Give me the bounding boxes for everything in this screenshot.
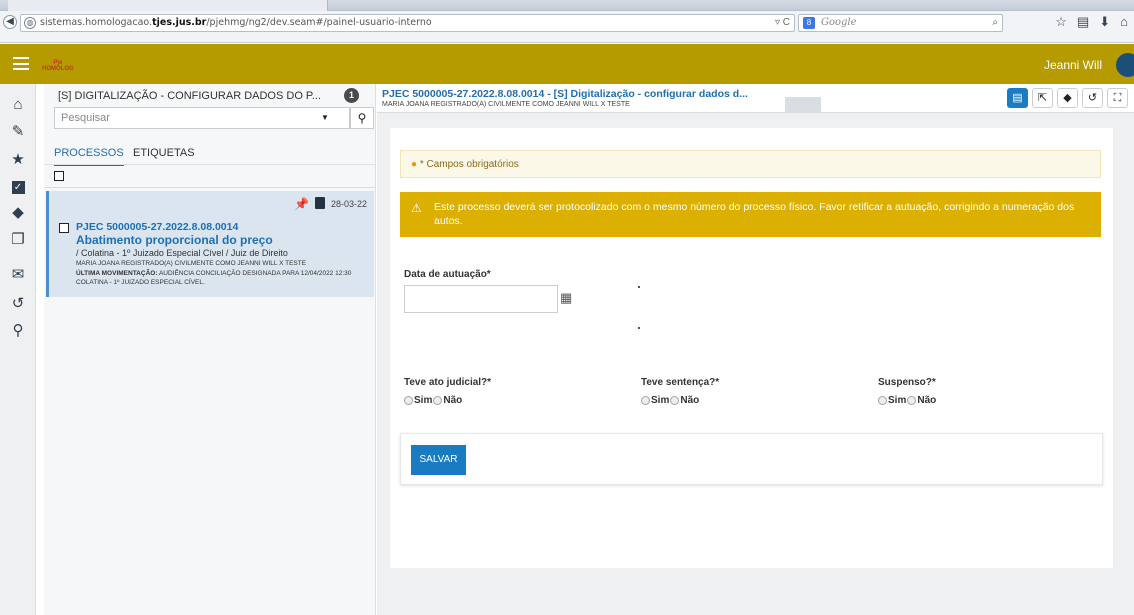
radio-sim-ato[interactable] [404, 396, 413, 405]
tab-divider [44, 164, 376, 165]
save-container: SALVAR [400, 433, 1103, 485]
card-date: 28-03-22 [331, 199, 368, 209]
radio-nao-sentenca[interactable] [670, 396, 680, 405]
search-button[interactable]: ⚲ [350, 107, 374, 129]
envelope-icon[interactable]: ✉ [0, 264, 36, 286]
process-org: / Colatina - 1º Juizado Especial Cível /… [76, 248, 288, 258]
address-bar[interactable]: ◍ sistemas.homologacao.tjes.jus.br/pjehm… [20, 14, 795, 32]
tab-etiquetas[interactable]: ETIQUETAS [133, 147, 195, 159]
reading-list-icon[interactable]: ▤ [1077, 14, 1089, 30]
pin-icon[interactable]: 📌 [294, 197, 309, 211]
form-card: ● * Campos obrigatórios ⚠ Este processo … [390, 128, 1113, 568]
search-icon[interactable]: ⚲ [0, 320, 36, 342]
dot [638, 327, 640, 329]
required-notice: ● * Campos obrigatórios [400, 150, 1101, 178]
browser-icon-bar: ☆ ▤ ⬇ ⌂ [1055, 14, 1128, 30]
collapse-tab[interactable] [785, 97, 821, 113]
last-movement: ÚLTIMA MOVIMENTAÇÃO: AUDIÊNCIA CONCILIAÇ… [76, 270, 352, 286]
main-panel: PJEC 5000005-27.2022.8.08.0014 - [S] Dig… [377, 84, 1134, 615]
count-badge: 1 [344, 88, 359, 103]
left-nav: ⌂ ✎ ★ ✓ ◆ ❐ ✉ ↺ ⚲ [0, 84, 36, 615]
question-ato-label: Teve ato judicial?* [404, 377, 492, 388]
star-icon[interactable]: ★ [0, 149, 36, 171]
document-view-icon[interactable]: ▤ [1007, 88, 1028, 108]
home-browser-icon[interactable]: ⌂ [1120, 14, 1128, 30]
radio-group-suspenso: Sim Não [878, 395, 937, 406]
tags-icon[interactable]: ◆ [0, 202, 36, 224]
chevron-down-icon[interactable]: ▼ [314, 108, 336, 128]
copy-icon[interactable]: ❐ [0, 229, 36, 251]
warning-alert: ⚠ Este processo deverá ser protocolizado… [400, 192, 1101, 237]
globe-icon: ◍ [24, 17, 36, 29]
history-icon[interactable]: ↺ [1082, 88, 1103, 108]
home-icon[interactable]: ⌂ [0, 94, 36, 116]
process-parties: MARIA JOANA REGISTRADO(A) CIVILMENTE COM… [76, 260, 307, 267]
browser-tab-strip [0, 0, 1134, 11]
download-icon[interactable]: ⬇ [1099, 14, 1110, 30]
back-arrow-icon[interactable]: ◀ [3, 15, 17, 29]
pencil-icon[interactable]: ✎ [0, 121, 36, 143]
toolbar: ▤ ⇱ ◆ ↺ ⛶ [1007, 88, 1128, 108]
expand-icon[interactable]: ⛶ [1107, 88, 1128, 108]
radio-nao-ato[interactable] [433, 396, 443, 405]
tag-icon[interactable]: ◆ [1057, 88, 1078, 108]
radio-group-ato: Sim Não [404, 395, 463, 406]
save-button[interactable]: SALVAR [411, 445, 466, 475]
process-number[interactable]: PJEC 5000005-27.2022.8.08.0014 [76, 221, 238, 233]
magnifier-icon[interactable]: ⌕ [992, 17, 998, 28]
panel-title: [S] DIGITALIZAÇÃO - CONFIGURAR DADOS DO … [58, 90, 322, 102]
process-card[interactable]: 📌 28-03-22 PJEC 5000005-27.2022.8.08.001… [46, 191, 374, 297]
radio-nao-suspenso[interactable] [907, 396, 917, 405]
page-title: PJEC 5000005-27.2022.8.08.0014 - [S] Dig… [382, 88, 748, 100]
main-header: PJEC 5000005-27.2022.8.08.0014 - [S] Dig… [377, 84, 1134, 113]
history-icon[interactable]: ↺ [0, 293, 36, 315]
document-icon[interactable] [315, 197, 325, 209]
browser-search-placeholder: Google [821, 17, 857, 28]
search-input[interactable]: Pesquisar [54, 107, 350, 129]
page-subtitle: MARIA JOANA REGISTRADO(A) CIVILMENTE COM… [382, 101, 630, 108]
reload-icon[interactable]: ▿ C [775, 17, 790, 28]
date-label: Data de autuação* [404, 269, 491, 280]
warning-text: Este processo deverá ser protocolizado c… [434, 201, 1075, 227]
bookmark-star-icon[interactable]: ☆ [1055, 14, 1067, 30]
app-header: Pje HOMOLOG Jeanni Will [0, 44, 1134, 84]
user-name[interactable]: Jeanni Will [1044, 58, 1102, 72]
browser-tab[interactable] [8, 0, 328, 11]
calendar-icon[interactable]: ▦ [560, 290, 572, 306]
radio-sim-sentenca[interactable] [641, 396, 650, 405]
radio-group-sentenca: Sim Não [641, 395, 700, 406]
info-icon: ● [411, 159, 418, 170]
select-all-checkbox[interactable] [54, 171, 64, 181]
process-list-panel: [S] DIGITALIZAÇÃO - CONFIGURAR DADOS DO … [44, 84, 376, 615]
share-icon[interactable]: ⇱ [1032, 88, 1053, 108]
browser-search-box[interactable]: 8 Google ⌕ [798, 14, 1003, 32]
divider [44, 187, 376, 188]
pje-logo: Pje HOMOLOG [42, 60, 74, 72]
check-square-icon[interactable]: ✓ [0, 175, 36, 197]
dot [638, 286, 640, 288]
question-sentenca-label: Teve sentença?* [641, 377, 720, 388]
avatar[interactable] [1116, 53, 1134, 77]
hamburger-menu-icon[interactable] [13, 57, 29, 70]
radio-sim-suspenso[interactable] [878, 396, 887, 405]
question-suspenso-label: Suspenso?* [878, 377, 936, 388]
warning-icon: ⚠ [411, 201, 422, 215]
process-class: Abatimento proporcional do preço [76, 233, 273, 247]
card-checkbox[interactable] [59, 223, 69, 233]
url-text: sistemas.homologacao.tjes.jus.br/pjehmg/… [40, 17, 432, 28]
date-field[interactable] [404, 285, 558, 313]
search-engine-icon[interactable]: 8 [803, 17, 815, 29]
